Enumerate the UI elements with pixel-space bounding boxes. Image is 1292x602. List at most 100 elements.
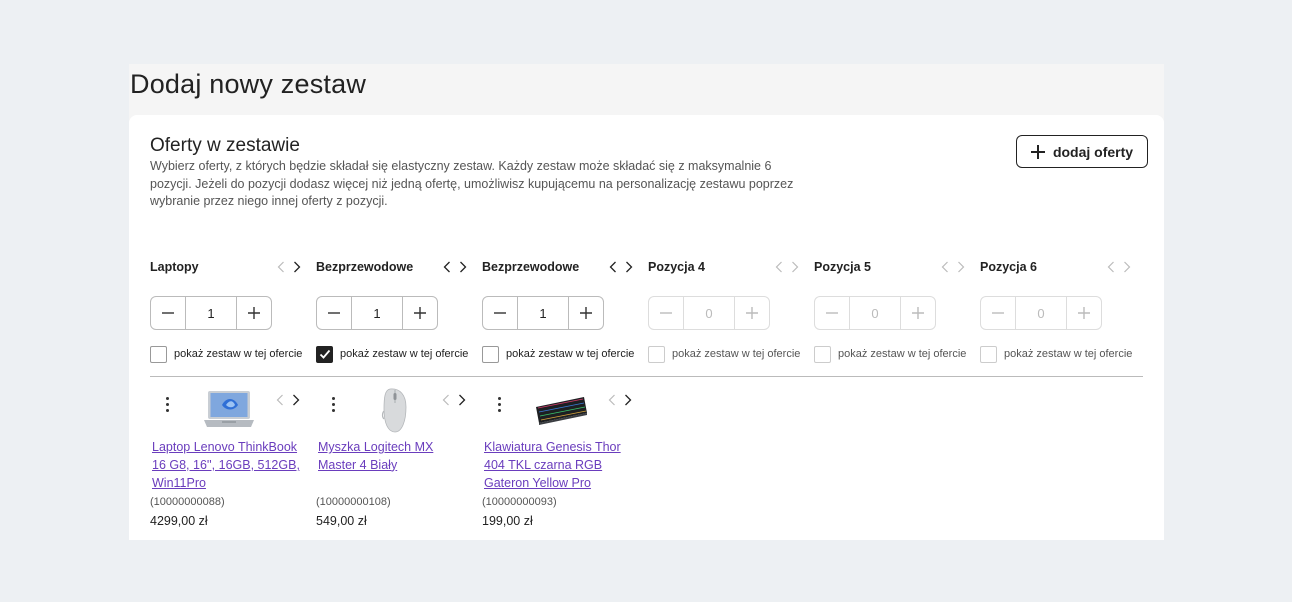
kebab-menu-icon[interactable] (494, 394, 504, 414)
show-set-label: pokaż zestaw w tej ofercie (174, 348, 303, 360)
plus-icon[interactable] (1067, 297, 1101, 329)
keyboard-icon (536, 397, 587, 425)
position-header: Pozycja 5 (814, 259, 966, 275)
chevron-left-icon[interactable] (1105, 260, 1117, 274)
quantity-stepper: 1 (150, 296, 272, 330)
position-name: Pozycja 5 (814, 260, 871, 274)
quantity-value[interactable]: 0 (849, 297, 901, 329)
quantity-value[interactable]: 0 (1015, 297, 1067, 329)
show-set-option: pokaż zestaw w tej ofercie (980, 345, 1132, 363)
chevron-right-icon[interactable] (955, 260, 967, 274)
kebab-menu-icon[interactable] (162, 394, 172, 414)
offer-title-link[interactable]: Klawiatura Genesis Thor 404 TKL czarna R… (484, 439, 634, 492)
position-column-1: Laptopy 1 pokaż zestaw w tej ofercie Lap… (150, 115, 305, 540)
offer-price: 549,00 zł (316, 514, 367, 528)
offers-card: Oferty w zestawie Wybierz oferty, z któr… (129, 115, 1164, 540)
chevron-right-icon[interactable] (622, 393, 634, 407)
offer-price: 4299,00 zł (150, 514, 208, 528)
laptop-icon (204, 391, 254, 427)
show-set-option: pokaż zestaw w tej ofercie (150, 345, 302, 363)
quantity-stepper: 0 (814, 296, 936, 330)
chevron-right-icon[interactable] (623, 260, 635, 274)
offer-id: (10000000093) (482, 496, 557, 508)
position-name: Laptopy (150, 260, 199, 274)
position-column-6: Pozycja 6 0 pokaż zestaw w tej ofercie (980, 115, 1135, 540)
position-column-2: Bezprzewodowe 1 pokaż zestaw w tej oferc… (316, 115, 471, 540)
show-set-option: pokaż zestaw w tej ofercie (482, 345, 634, 363)
plus-icon[interactable] (901, 297, 935, 329)
show-set-label: pokaż zestaw w tej ofercie (672, 348, 801, 360)
show-set-label: pokaż zestaw w tej ofercie (506, 348, 635, 360)
position-column-4: Pozycja 4 0 pokaż zestaw w tej ofercie (648, 115, 803, 540)
show-set-checkbox[interactable] (150, 345, 167, 363)
show-set-checkbox[interactable] (648, 345, 665, 363)
minus-icon[interactable] (815, 297, 849, 329)
chevron-right-icon[interactable] (290, 393, 302, 407)
chevron-left-icon[interactable] (275, 260, 287, 274)
chevron-left-icon[interactable] (606, 393, 618, 407)
chevron-right-icon[interactable] (1121, 260, 1133, 274)
plus-icon[interactable] (569, 297, 603, 329)
offer-id: (10000000108) (316, 496, 391, 508)
offers-divider (150, 376, 1143, 377)
position-header: Bezprzewodowe (482, 259, 634, 275)
position-column-5: Pozycja 5 0 pokaż zestaw w tej ofercie (814, 115, 969, 540)
offer-header (316, 385, 468, 435)
minus-icon[interactable] (649, 297, 683, 329)
quantity-value[interactable]: 1 (351, 297, 403, 329)
minus-icon[interactable] (151, 297, 185, 329)
chevron-right-icon[interactable] (457, 260, 469, 274)
offer-title-link[interactable]: Myszka Logitech MX Master 4 Biały (318, 439, 468, 475)
plus-icon[interactable] (735, 297, 769, 329)
chevron-right-icon[interactable] (789, 260, 801, 274)
show-set-option: pokaż zestaw w tej ofercie (814, 345, 966, 363)
position-name: Pozycja 6 (980, 260, 1037, 274)
chevron-left-icon[interactable] (441, 260, 453, 274)
chevron-left-icon[interactable] (773, 260, 785, 274)
offer-price: 199,00 zł (482, 514, 533, 528)
show-set-checkbox[interactable] (980, 345, 997, 363)
quantity-value[interactable]: 0 (683, 297, 735, 329)
quantity-stepper: 0 (648, 296, 770, 330)
show-set-option: pokaż zestaw w tej ofercie (316, 345, 468, 363)
checkmark-icon (319, 349, 330, 359)
position-name: Bezprzewodowe (316, 260, 414, 274)
show-set-label: pokaż zestaw w tej ofercie (340, 348, 469, 360)
position-header: Bezprzewodowe (316, 259, 468, 275)
chevron-right-icon[interactable] (456, 393, 468, 407)
show-set-label: pokaż zestaw w tej ofercie (1004, 348, 1133, 360)
position-header: Pozycja 4 (648, 259, 800, 275)
mouse-icon (381, 388, 407, 433)
minus-icon[interactable] (981, 297, 1015, 329)
quantity-stepper: 1 (482, 296, 604, 330)
position-column-3: Bezprzewodowe 1 pokaż zestaw w tej oferc… (482, 115, 637, 540)
show-set-checkbox[interactable] (316, 345, 333, 363)
chevron-left-icon[interactable] (607, 260, 619, 274)
show-set-checkbox[interactable] (482, 345, 499, 363)
chevron-left-icon[interactable] (939, 260, 951, 274)
page-frame: Dodaj nowy zestaw Oferty w zestawie Wybi… (129, 64, 1164, 540)
quantity-stepper: 0 (980, 296, 1102, 330)
quantity-value[interactable]: 1 (517, 297, 569, 329)
page-title: Dodaj nowy zestaw (130, 69, 367, 99)
offer-id: (10000000088) (150, 496, 225, 508)
chevron-left-icon[interactable] (440, 393, 452, 407)
minus-icon[interactable] (317, 297, 351, 329)
show-set-label: pokaż zestaw w tej ofercie (838, 348, 967, 360)
offer-header (150, 385, 302, 435)
offer-header (482, 385, 634, 435)
chevron-left-icon[interactable] (274, 393, 286, 407)
position-name: Bezprzewodowe (482, 260, 580, 274)
chevron-right-icon[interactable] (291, 260, 303, 274)
kebab-menu-icon[interactable] (328, 394, 338, 414)
plus-icon[interactable] (237, 297, 271, 329)
quantity-stepper: 1 (316, 296, 438, 330)
position-header: Pozycja 6 (980, 259, 1132, 275)
position-header: Laptopy (150, 259, 302, 275)
show-set-option: pokaż zestaw w tej ofercie (648, 345, 800, 363)
show-set-checkbox[interactable] (814, 345, 831, 363)
quantity-value[interactable]: 1 (185, 297, 237, 329)
offer-title-link[interactable]: Laptop Lenovo ThinkBook 16 G8, 16'', 16G… (152, 439, 302, 492)
minus-icon[interactable] (483, 297, 517, 329)
plus-icon[interactable] (403, 297, 437, 329)
